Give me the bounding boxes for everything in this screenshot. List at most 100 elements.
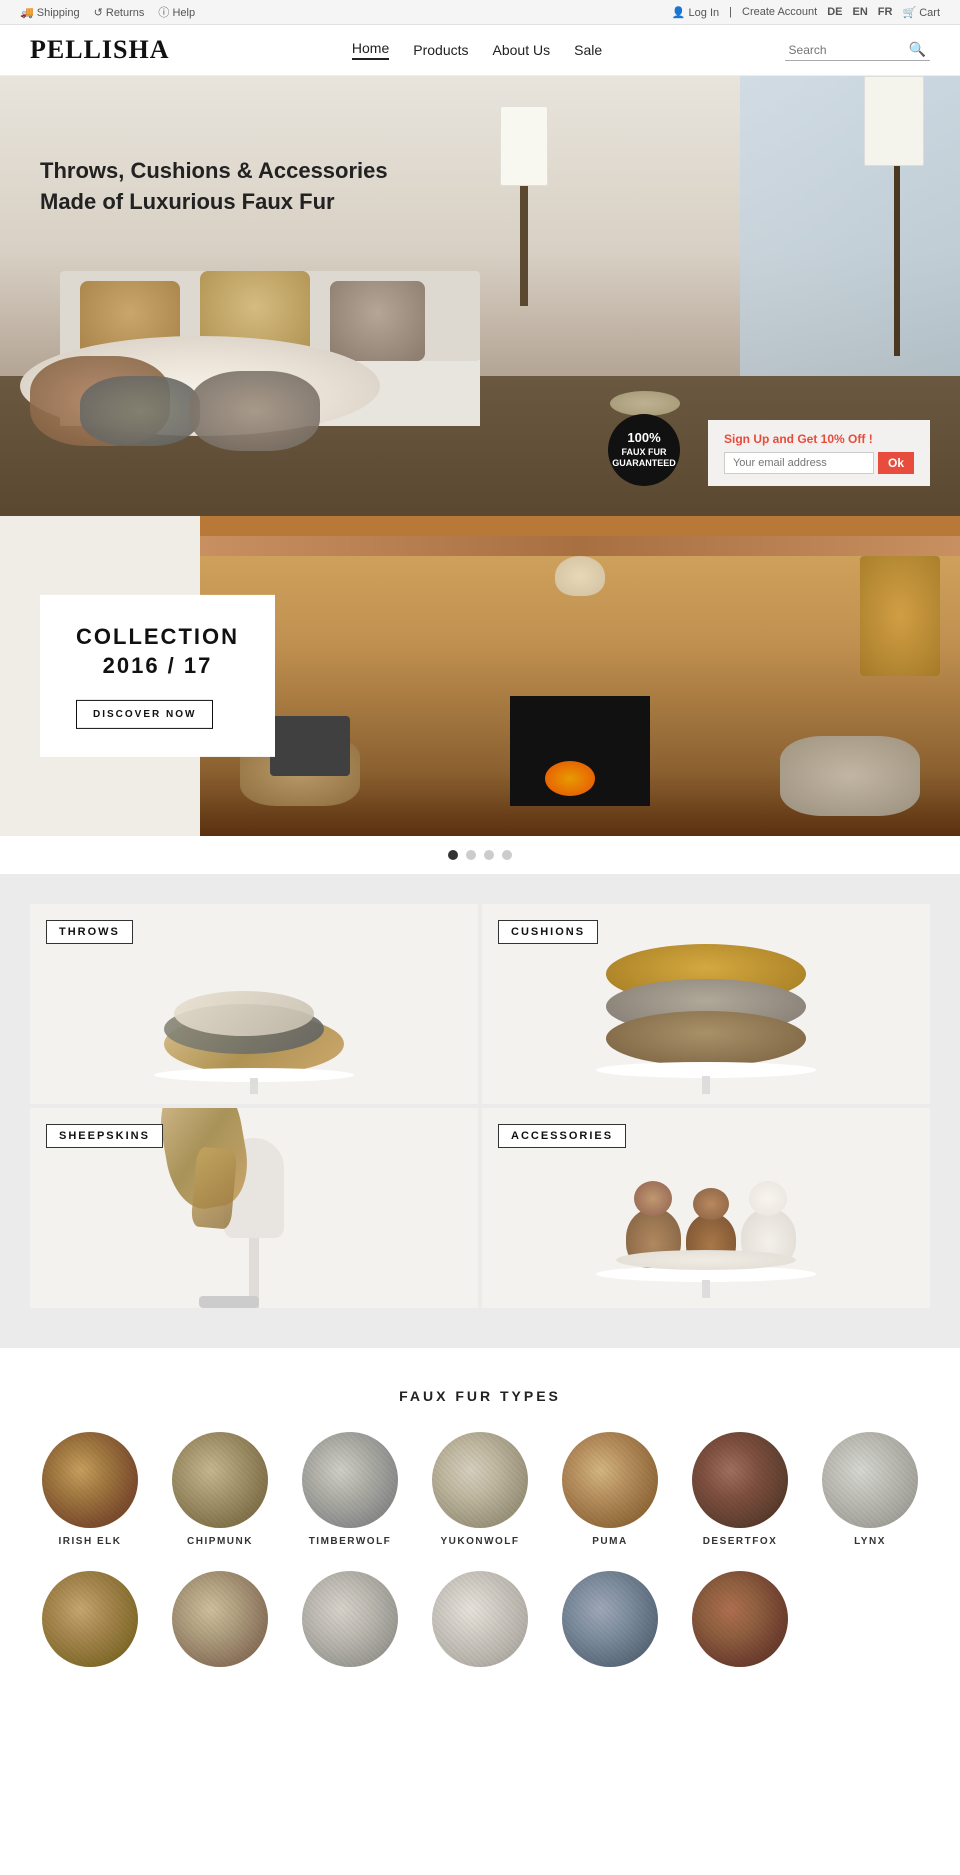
sheepskins-label: SHEEPSKINS [46, 1124, 163, 1148]
fur-circle-r2-3 [302, 1571, 398, 1667]
help-icon: ⓘ [158, 7, 169, 19]
fur-circle-puma [562, 1432, 658, 1528]
carousel-dot-4[interactable] [502, 850, 512, 860]
signup-overlay: Sign Up and Get 10% Off ! Ok [708, 420, 930, 486]
collection-section: COLLECTION 2016 / 17 DISCOVER NOW [0, 516, 960, 836]
fur-texture [432, 1432, 528, 1528]
throws-label: THROWS [46, 920, 133, 944]
returns-link[interactable]: ↺ Returns [94, 6, 145, 19]
fur-texture [302, 1432, 398, 1528]
top-bar: 🚚 Shipping ↺ Returns ⓘ Help 👤 Log In | C… [0, 0, 960, 25]
collection-image [200, 516, 960, 836]
cushions-label: CUSHIONS [498, 920, 598, 944]
fur-circle-timberwolf [302, 1432, 398, 1528]
cart-icon: 🛒 [902, 7, 916, 19]
fur-texture [42, 1432, 138, 1528]
guarantee-line1: 100% [627, 430, 660, 447]
signup-exclaim: ! [869, 432, 873, 446]
category-throws[interactable]: THROWS [30, 904, 478, 1104]
fur-circle-irish-elk [42, 1432, 138, 1528]
category-accessories[interactable]: ACCESSORIES [482, 1108, 930, 1308]
categories-grid: THROWS CUSHIONS [30, 904, 930, 1308]
fur-texture [562, 1432, 658, 1528]
lang-fr[interactable]: FR [878, 6, 893, 18]
fur-item-yukonwolf[interactable]: YUKONWOLF [425, 1432, 535, 1547]
email-input[interactable] [724, 452, 874, 474]
create-account-link[interactable]: Create Account [742, 6, 817, 18]
returns-icon: ↺ [94, 7, 103, 19]
fur-item-r2-2[interactable] [165, 1571, 275, 1667]
fur-texture [692, 1571, 788, 1667]
fur-circle-desertfox [692, 1432, 788, 1528]
logo: PELLISHA [30, 35, 170, 65]
fur-item-r2-3[interactable] [295, 1571, 405, 1667]
hero-headline: Throws, Cushions & Accessories Made of L… [40, 156, 388, 218]
search-box[interactable]: 🔍 [785, 39, 930, 61]
nav-sale[interactable]: Sale [574, 42, 602, 58]
category-sheepskins[interactable]: SHEEPSKINS [30, 1108, 478, 1308]
fur-item-puma[interactable]: PUMA [555, 1432, 665, 1547]
create-account-label: Create Account [742, 6, 817, 18]
fur-circle-r2-2 [172, 1571, 268, 1667]
search-icon[interactable]: 🔍 [909, 41, 926, 58]
fur-item-r2-1[interactable] [35, 1571, 145, 1667]
help-link[interactable]: ⓘ Help [158, 4, 195, 20]
fur-texture [692, 1432, 788, 1528]
categories-section: THROWS CUSHIONS [0, 874, 960, 1348]
carousel-dot-2[interactable] [466, 850, 476, 860]
lang-de[interactable]: DE [827, 6, 842, 18]
fur-texture [302, 1571, 398, 1667]
nav-about[interactable]: About Us [493, 42, 551, 58]
collection-text-box: COLLECTION 2016 / 17 DISCOVER NOW [40, 595, 275, 757]
guarantee-line3: GUARANTEED [612, 458, 676, 470]
fur-item-r2-5[interactable] [555, 1571, 665, 1667]
fur-texture [172, 1432, 268, 1528]
fur-circle-yukonwolf [432, 1432, 528, 1528]
top-bar-left: 🚚 Shipping ↺ Returns ⓘ Help [20, 4, 195, 20]
nav-home[interactable]: Home [352, 40, 389, 60]
ok-button[interactable]: Ok [878, 452, 914, 474]
fur-item-r2-6[interactable] [685, 1571, 795, 1667]
lang-en[interactable]: EN [853, 6, 868, 18]
fur-item-desertfox[interactable]: DESERTFOX [685, 1432, 795, 1547]
fur-circles-row-2 [30, 1571, 930, 1667]
fur-item-chipmunk[interactable]: CHIPMUNK [165, 1432, 275, 1547]
hero-line1: Throws, Cushions & Accessories [40, 158, 388, 183]
fur-label-irish-elk: IRISH ELK [59, 1536, 122, 1547]
fur-circles-row-1: IRISH ELK CHIPMUNK TIMBERWOLF YUKONWOLF … [30, 1432, 930, 1547]
shipping-link[interactable]: 🚚 Shipping [20, 6, 80, 19]
fur-circle-r2-4 [432, 1571, 528, 1667]
fur-circle-r2-5 [562, 1571, 658, 1667]
main-nav: Home Products About Us Sale [352, 40, 602, 60]
discount-text: 10% Off [821, 432, 866, 446]
fur-label-lynx: LYNX [854, 1536, 886, 1547]
guarantee-line2: FAUX FUR [622, 447, 667, 459]
fur-circle-lynx [822, 1432, 918, 1528]
discover-button[interactable]: DISCOVER NOW [76, 700, 213, 729]
fur-item-irish-elk[interactable]: IRISH ELK [35, 1432, 145, 1547]
category-cushions[interactable]: CUSHIONS [482, 904, 930, 1104]
cart-link[interactable]: 🛒 Cart [902, 6, 940, 19]
user-icon: 👤 [672, 7, 686, 19]
hero-content: Throws, Cushions & Accessories Made of L… [40, 156, 388, 218]
fur-texture [172, 1571, 268, 1667]
signup-text: Sign Up and Get 10% Off ! [724, 432, 914, 446]
carousel-dot-3[interactable] [484, 850, 494, 860]
login-link[interactable]: 👤 Log In [672, 6, 719, 19]
carousel-dots [0, 836, 960, 874]
header: PELLISHA Home Products About Us Sale 🔍 [0, 25, 960, 76]
signup-prefix: Sign Up and Get [724, 432, 817, 446]
fur-texture [42, 1571, 138, 1667]
fur-types-title: FAUX FUR TYPES [30, 1388, 930, 1404]
fur-item-lynx[interactable]: LYNX [815, 1432, 925, 1547]
top-bar-right: 👤 Log In | Create Account DE EN FR 🛒 Car… [672, 6, 940, 19]
search-input[interactable] [789, 43, 909, 57]
fur-texture [562, 1571, 658, 1667]
accessories-label: ACCESSORIES [498, 1124, 626, 1148]
nav-products[interactable]: Products [413, 42, 468, 58]
carousel-dot-1[interactable] [448, 850, 458, 860]
fur-item-timberwolf[interactable]: TIMBERWOLF [295, 1432, 405, 1547]
collection-line2: 2016 / 17 [103, 653, 213, 678]
fur-item-r2-4[interactable] [425, 1571, 535, 1667]
fur-circle-r2-1 [42, 1571, 138, 1667]
